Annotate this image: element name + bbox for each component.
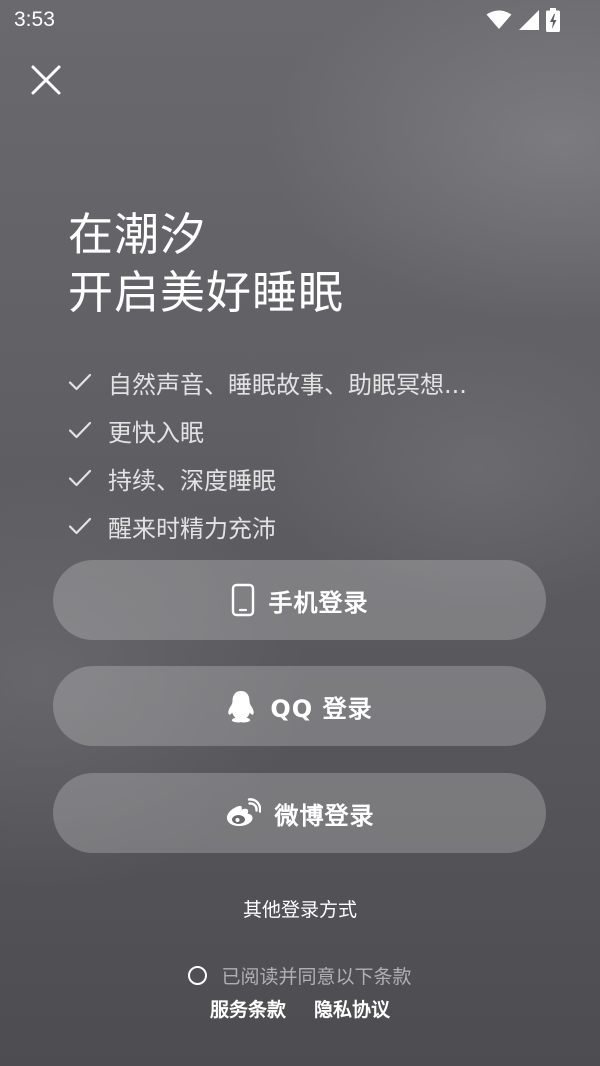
login-screen: 3:53 在潮汐 开启美好睡眠 自然声音、睡眠故事、助眠冥想... 更快入眠 持… xyxy=(0,0,600,1066)
page-title: 在潮汐 开启美好睡眠 xyxy=(68,206,344,322)
battery-charging-icon xyxy=(546,8,560,32)
close-icon[interactable] xyxy=(26,60,66,100)
cellular-signal-icon xyxy=(519,10,539,30)
feature-list: 自然声音、睡眠故事、助眠冥想... 更快入眠 持续、深度睡眠 醒来时精力充沛 xyxy=(68,358,467,550)
phone-login-button[interactable]: 手机登录 xyxy=(53,560,546,640)
agreement-text: 已阅读并同意以下条款 xyxy=(221,966,412,988)
agreement-links: 服务条款 隐私协议 xyxy=(0,995,600,1022)
title-line-2: 开启美好睡眠 xyxy=(68,266,345,319)
weibo-login-button[interactable]: 微博登录 xyxy=(53,773,546,853)
status-bar: 3:53 xyxy=(0,0,600,42)
weibo-login-label: 微博登录 xyxy=(274,801,375,830)
feature-text: 更快入眠 xyxy=(108,418,204,447)
agreement: 已阅读并同意以下条款 服务条款 隐私协议 xyxy=(0,962,600,1022)
feature-text: 醒来时精力充沛 xyxy=(108,514,276,543)
other-login-link[interactable]: 其他登录方式 xyxy=(0,895,600,922)
status-icons xyxy=(486,8,560,32)
wifi-icon xyxy=(486,10,512,29)
feature-text: 自然声音、睡眠故事、助眠冥想... xyxy=(108,370,467,399)
check-icon xyxy=(68,469,92,487)
weibo-icon xyxy=(225,798,261,828)
check-icon xyxy=(68,421,92,439)
feature-item: 更快入眠 xyxy=(68,406,467,454)
privacy-link[interactable]: 隐私协议 xyxy=(314,995,390,1022)
qq-login-button[interactable]: QQ 登录 xyxy=(53,666,546,746)
feature-item: 醒来时精力充沛 xyxy=(68,502,467,550)
feature-item: 持续、深度睡眠 xyxy=(68,454,467,502)
check-icon xyxy=(68,373,92,391)
agreement-radio[interactable] xyxy=(188,966,208,985)
title-line-1: 在潮汐 xyxy=(68,208,207,261)
check-icon xyxy=(68,517,92,535)
qq-login-label: QQ 登录 xyxy=(270,694,373,723)
phone-icon xyxy=(231,583,255,617)
feature-text: 持续、深度睡眠 xyxy=(108,466,276,495)
feature-item: 自然声音、睡眠故事、助眠冥想... xyxy=(68,358,467,406)
status-time: 3:53 xyxy=(14,8,55,31)
agreement-row: 已阅读并同意以下条款 xyxy=(0,962,600,989)
qq-icon xyxy=(226,689,256,723)
terms-link[interactable]: 服务条款 xyxy=(210,995,286,1022)
phone-login-label: 手机登录 xyxy=(268,588,369,617)
